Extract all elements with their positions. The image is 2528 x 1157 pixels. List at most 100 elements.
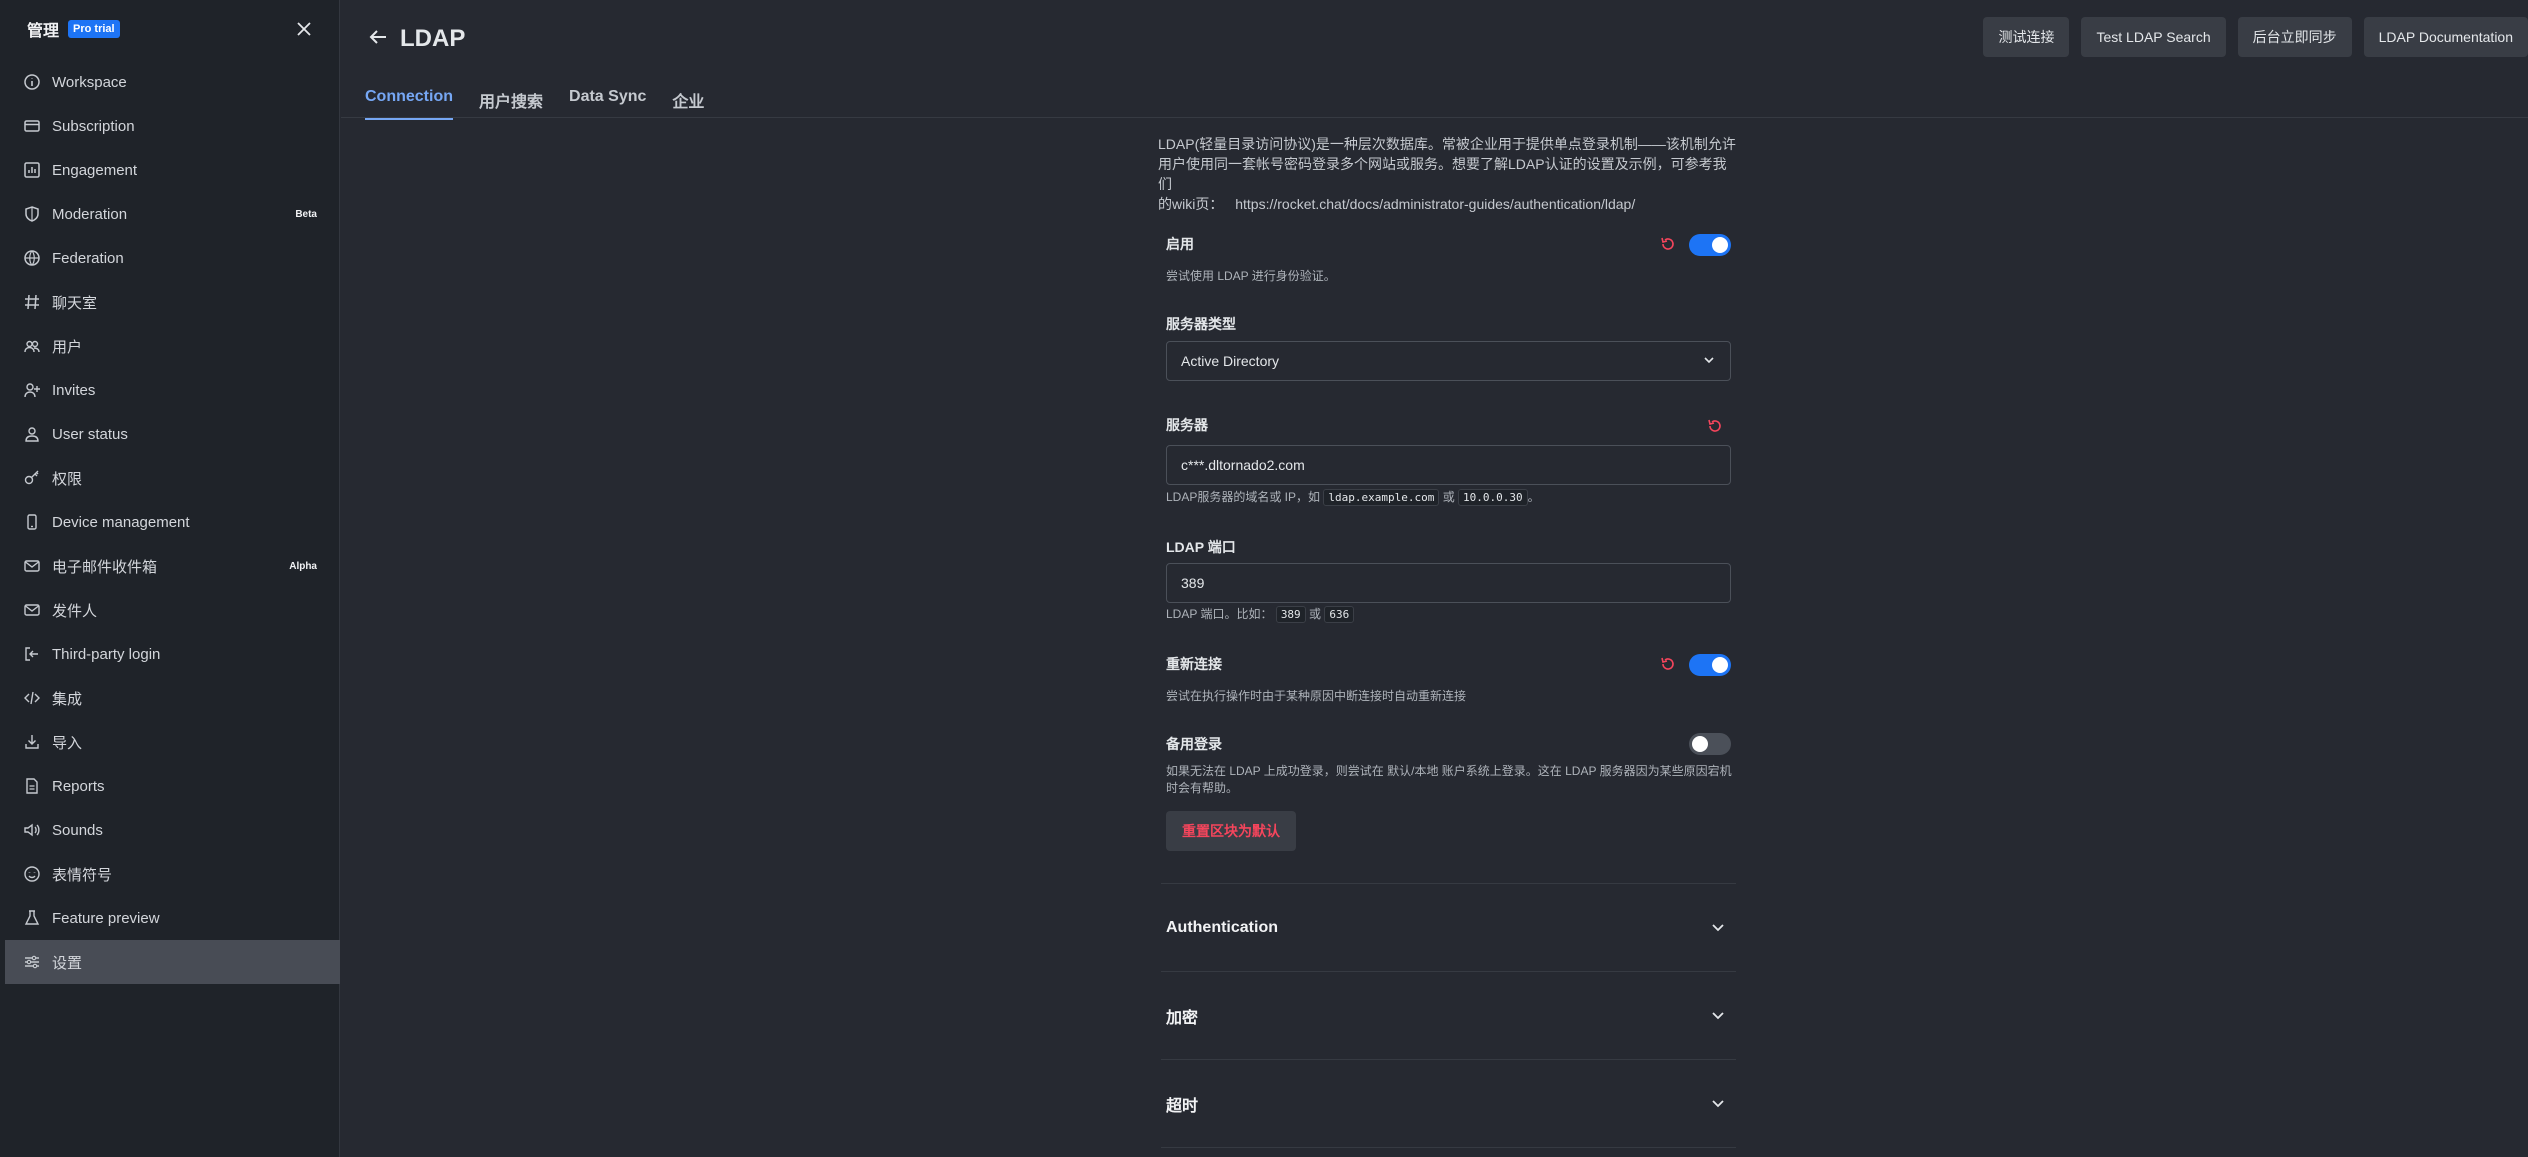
section-encryption[interactable]: 加密 bbox=[1161, 971, 1736, 1059]
tab-enterprise[interactable]: 企业 bbox=[672, 84, 704, 120]
sidebar-item[interactable]: Federation bbox=[0, 236, 339, 280]
login-icon bbox=[22, 644, 42, 664]
chevron-down-icon bbox=[1710, 1095, 1728, 1113]
sidebar-item-label: 表情符号 bbox=[52, 866, 113, 884]
intro-wiki-prefix: 的wiki页： bbox=[1158, 196, 1224, 212]
enable-description: 尝试使用 LDAP 进行身份验证。 bbox=[1166, 269, 1336, 283]
sidebar-item-tag: Beta bbox=[295, 208, 317, 220]
ldap-port-input[interactable]: 389 bbox=[1166, 563, 1731, 603]
sidebar-item-label: 权限 bbox=[52, 470, 83, 488]
back-arrow-icon[interactable] bbox=[367, 26, 391, 50]
sidebar-item-label: 设置 bbox=[52, 954, 83, 972]
sidebar-item-label: Workspace bbox=[52, 73, 127, 91]
sidebar-item[interactable]: 表情符号 bbox=[0, 852, 339, 896]
section-timeout[interactable]: 超时 bbox=[1161, 1059, 1736, 1147]
sync-now-button[interactable]: 后台立即同步 bbox=[2237, 17, 2352, 57]
sidebar-item[interactable]: 集成 bbox=[0, 676, 339, 720]
sidebar-item[interactable]: Feature preview bbox=[0, 896, 339, 940]
server-type-select[interactable]: Active Directory bbox=[1166, 341, 1731, 381]
fallback-desc-line-2: 时会有帮助。 bbox=[1166, 781, 1239, 795]
sidebar-item[interactable]: Reports bbox=[0, 764, 339, 808]
sidebar-item-label: 电子邮件收件箱 bbox=[52, 558, 158, 576]
tab-data-sync[interactable]: Data Sync bbox=[569, 84, 646, 120]
reset-icon[interactable] bbox=[1706, 417, 1724, 435]
mail-icon bbox=[22, 600, 42, 620]
fallback-description: 如果无法在 LDAP 上成功登录，则尝试在 默认/本地 账户系统上登录。这在 L… bbox=[1166, 763, 1736, 797]
fallback-label: 备用登录 bbox=[1166, 736, 1222, 752]
sidebar-item-label: 发件人 bbox=[52, 602, 98, 620]
sidebar-item-label: 导入 bbox=[52, 734, 83, 752]
sidebar-item[interactable]: 发件人 bbox=[0, 588, 339, 632]
chevron-down-icon bbox=[1710, 919, 1728, 937]
sidebar-item[interactable]: Subscription bbox=[0, 104, 339, 148]
intro-line-1: LDAP(轻量目录访问协议)是一种层次数据库。常被企业用于提供单点登录机制——该… bbox=[1158, 136, 1736, 152]
sidebar-item[interactable]: Workspace bbox=[0, 60, 339, 104]
reset-section-button[interactable]: 重置区块为默认 bbox=[1166, 811, 1296, 851]
port-desc-text: LDAP 端口。比如： bbox=[1166, 607, 1273, 621]
info-icon bbox=[22, 72, 42, 92]
sidebar-item-label: Device management bbox=[52, 513, 190, 531]
sidebar-item-label: Invites bbox=[52, 381, 96, 399]
ldap-port-value: 389 bbox=[1181, 575, 1205, 591]
shield-icon bbox=[22, 204, 42, 224]
sidebar-item-tag: Alpha bbox=[289, 560, 317, 572]
sidebar-item[interactable]: 聊天室 bbox=[0, 280, 339, 324]
sidebar-item[interactable]: Engagement bbox=[0, 148, 339, 192]
user-plus-icon bbox=[22, 380, 42, 400]
card-icon bbox=[22, 116, 42, 136]
sidebar-item[interactable]: 导入 bbox=[0, 720, 339, 764]
reset-icon[interactable] bbox=[1659, 235, 1677, 253]
fallback-desc-line-1: 如果无法在 LDAP 上成功登录，则尝试在 默认/本地 账户系统上登录。这在 L… bbox=[1166, 764, 1732, 778]
sidebar-item[interactable]: Moderation Beta bbox=[0, 192, 339, 236]
flask-icon bbox=[22, 908, 42, 928]
ldap-documentation-button[interactable]: LDAP Documentation bbox=[2363, 17, 2528, 57]
section-authentication[interactable]: Authentication bbox=[1161, 883, 1736, 971]
server-example-domain: ldap.example.com bbox=[1323, 489, 1440, 506]
sidebar-item-label: Engagement bbox=[52, 161, 138, 179]
sidebar-item[interactable]: User status bbox=[0, 412, 339, 456]
import-icon bbox=[22, 732, 42, 752]
section-title: 加密 bbox=[1166, 1009, 1199, 1027]
intro-line-2: 用户使用同一套帐号密码登录多个网站或服务。想要了解LDAP认证的设置及示例，可参… bbox=[1158, 156, 1727, 192]
sidebar-item[interactable]: 用户 bbox=[0, 324, 339, 368]
reconnect-description: 尝试在执行操作时由于某种原因中断连接时自动重新连接 bbox=[1166, 689, 1467, 703]
reconnect-toggle[interactable] bbox=[1689, 654, 1731, 676]
mobile-icon bbox=[22, 512, 42, 532]
wiki-link[interactable]: https://rocket.chat/docs/administrator-g… bbox=[1235, 196, 1635, 212]
sidebar-item[interactable]: 设置 bbox=[5, 940, 340, 984]
tab-bar: Connection 用户搜索 Data Sync 企业 bbox=[365, 84, 730, 120]
server-type-value: Active Directory bbox=[1181, 353, 1280, 369]
test-ldap-search-button[interactable]: Test LDAP Search bbox=[2081, 17, 2226, 57]
test-connection-button[interactable]: 测试连接 bbox=[1983, 17, 2070, 57]
sidebar-item-label: 集成 bbox=[52, 690, 83, 708]
sidebar-item[interactable]: 电子邮件收件箱 Alpha bbox=[0, 544, 339, 588]
enable-toggle[interactable] bbox=[1689, 234, 1731, 256]
pro-trial-badge[interactable]: Pro trial bbox=[68, 20, 120, 38]
admin-sidebar: 管理 Pro trial Workspace Subscription Engage… bbox=[0, 0, 340, 1157]
sidebar-item[interactable]: Device management bbox=[0, 500, 339, 544]
server-input[interactable]: c***.dltornado2.com bbox=[1166, 445, 1731, 485]
sidebar-item[interactable]: Invites bbox=[0, 368, 339, 412]
chart-icon bbox=[22, 160, 42, 180]
sidebar-item[interactable]: Sounds bbox=[0, 808, 339, 852]
fallback-toggle[interactable] bbox=[1689, 733, 1731, 755]
sidebar-header: 管理 Pro trial bbox=[0, 0, 339, 58]
reset-icon[interactable] bbox=[1659, 655, 1677, 673]
port-example-636: 636 bbox=[1324, 606, 1355, 623]
sidebar-item[interactable]: 权限 bbox=[0, 456, 339, 500]
section-divider bbox=[1161, 1147, 1736, 1148]
server-label: 服务器 bbox=[1166, 417, 1208, 433]
globe-icon bbox=[22, 248, 42, 268]
server-example-ip: 10.0.0.30 bbox=[1458, 489, 1528, 506]
server-desc-suffix: 。 bbox=[1527, 490, 1540, 504]
server-desc-text: LDAP服务器的域名或 IP，如 bbox=[1166, 490, 1321, 504]
ldap-port-description: LDAP 端口。比如： 389 或 636 bbox=[1166, 606, 1355, 623]
tab-connection[interactable]: Connection bbox=[365, 84, 453, 120]
tab-user-search[interactable]: 用户搜索 bbox=[479, 84, 543, 120]
file-icon bbox=[22, 776, 42, 796]
page-title: LDAP bbox=[400, 25, 466, 52]
sidebar-item[interactable]: Third-party login bbox=[0, 632, 339, 676]
section-title: Authentication bbox=[1166, 918, 1278, 936]
close-icon[interactable] bbox=[293, 18, 315, 40]
users-icon bbox=[22, 336, 42, 356]
